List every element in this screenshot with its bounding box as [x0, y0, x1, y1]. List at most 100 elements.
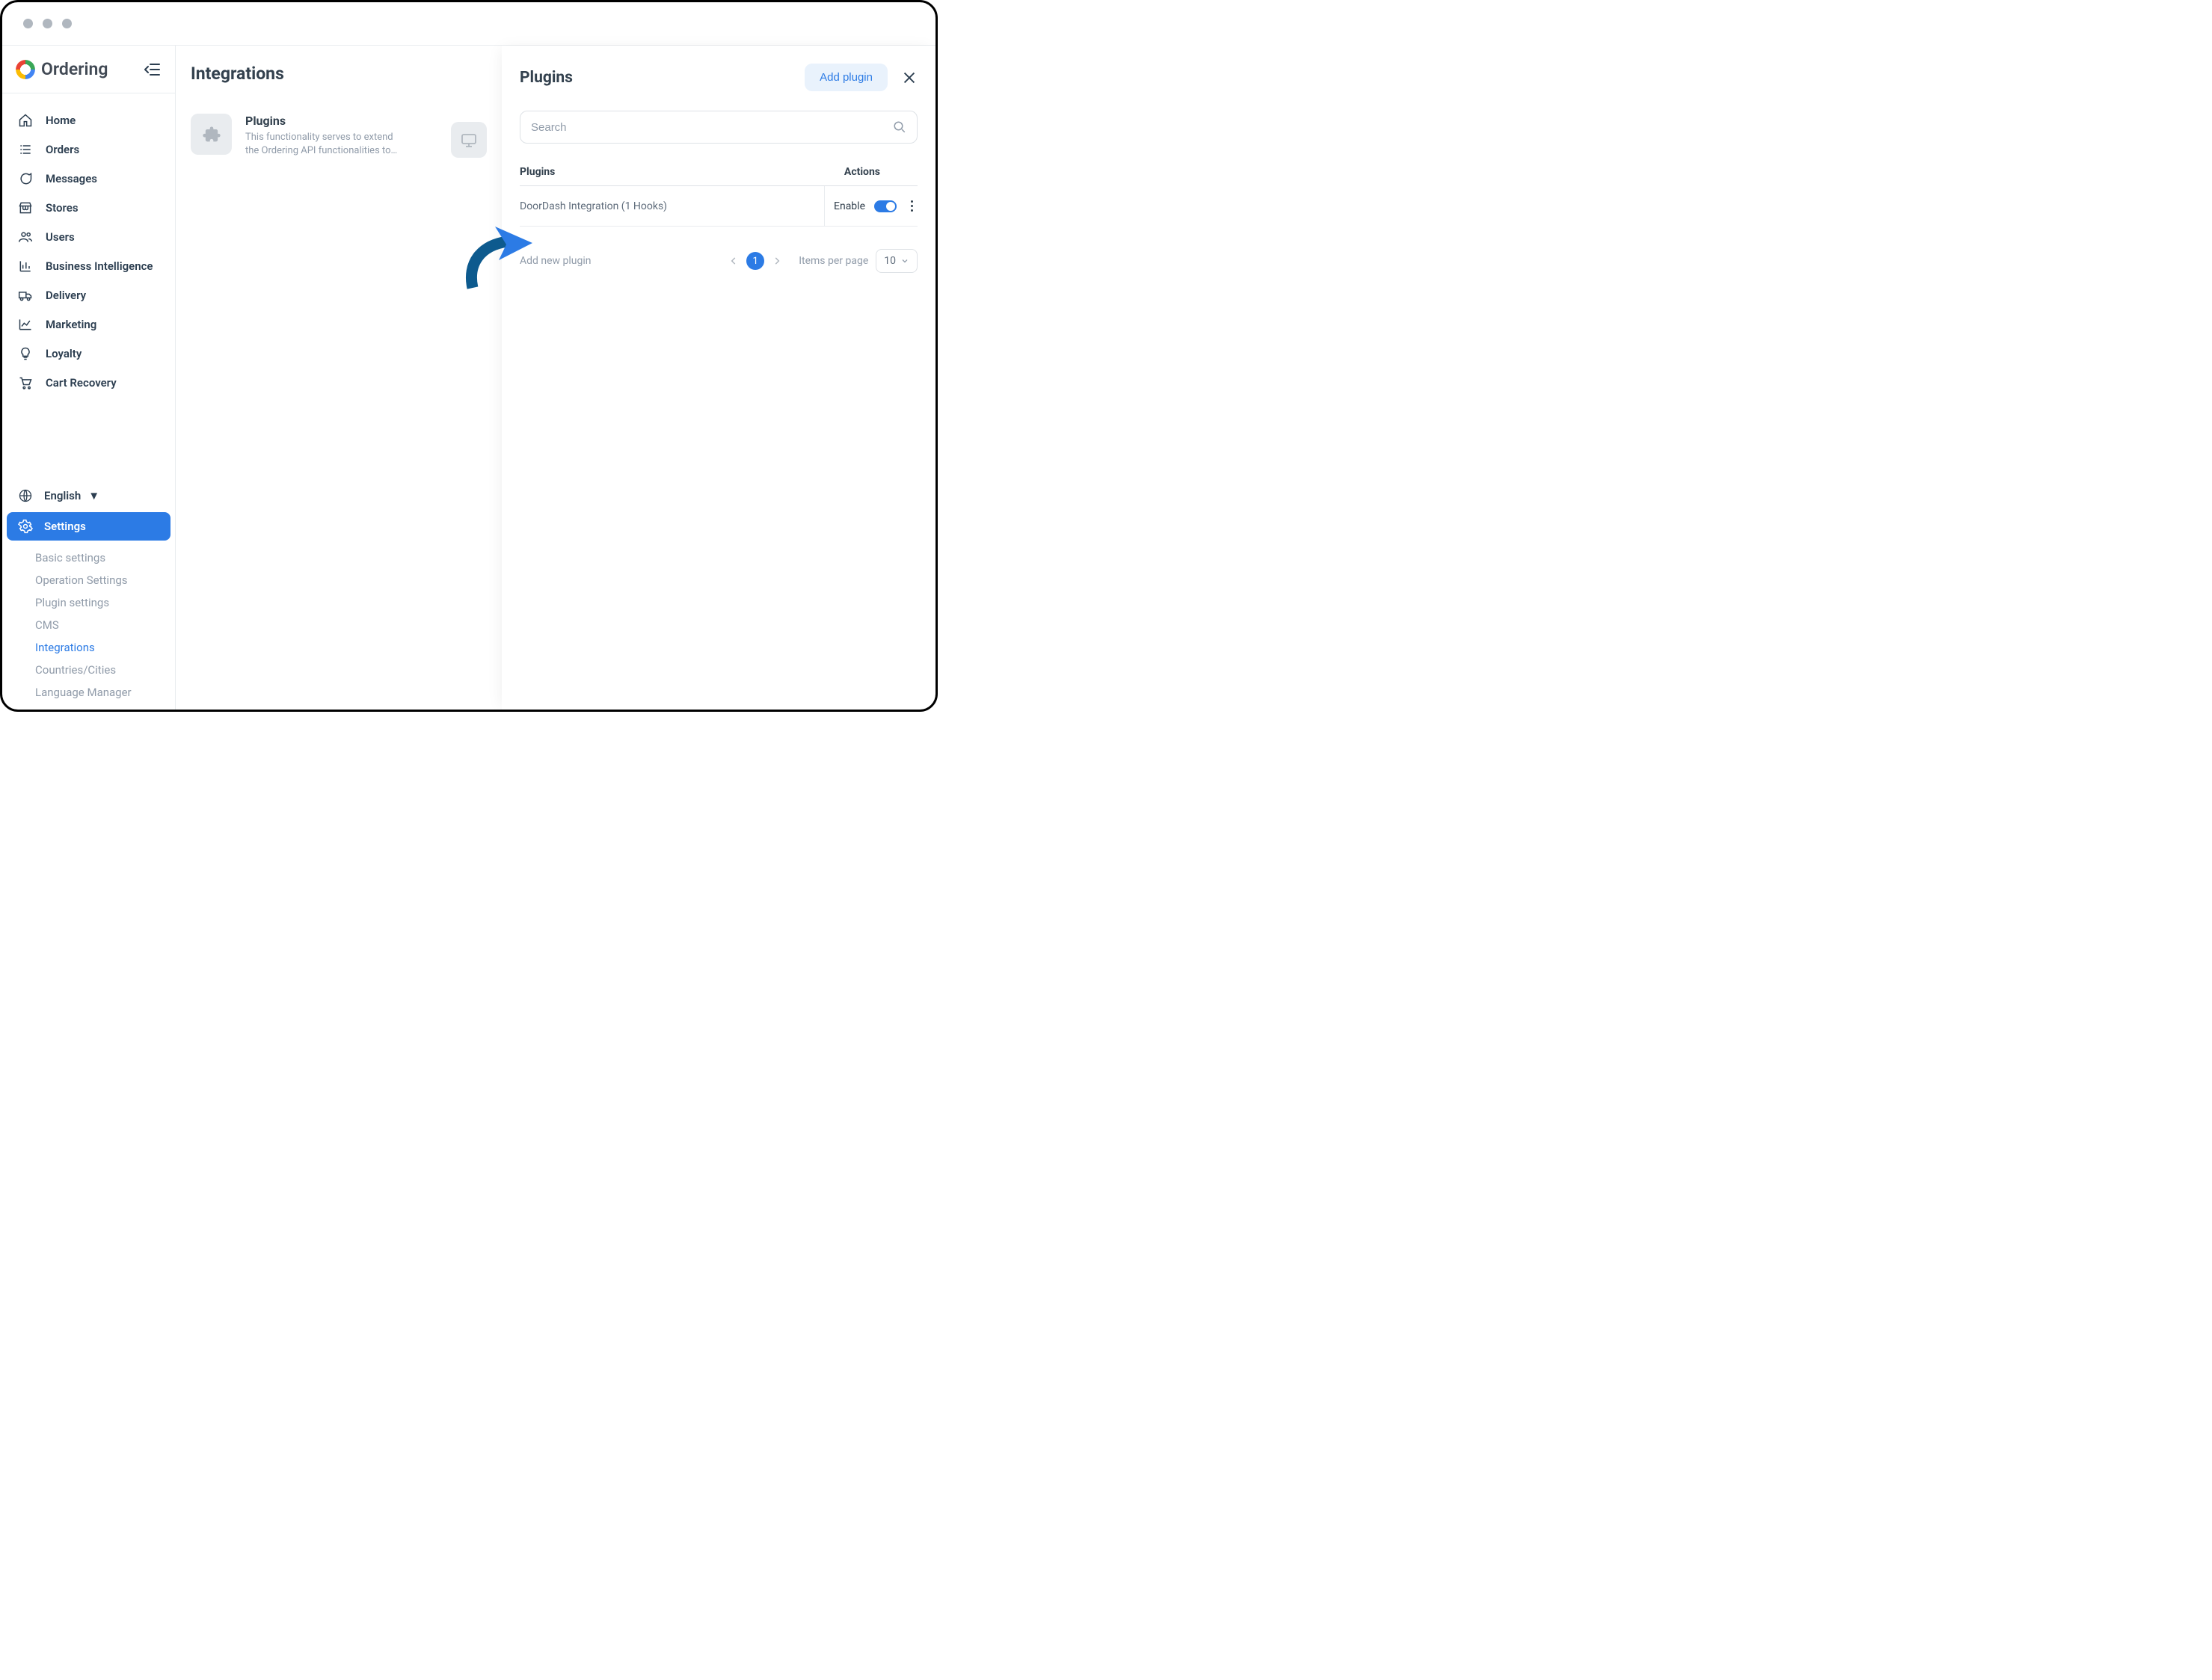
- cart-icon: [17, 375, 34, 391]
- sidebar-item-marketing[interactable]: Marketing: [2, 310, 175, 339]
- add-plugin-button[interactable]: Add plugin: [805, 64, 888, 91]
- table-footer: Add new plugin 1 Items per page: [520, 249, 918, 273]
- close-icon: [901, 70, 918, 86]
- window-dot: [43, 19, 52, 28]
- bulb-icon: [17, 345, 34, 362]
- chevron-right-icon: [772, 256, 782, 266]
- chevron-left-icon: [728, 256, 739, 266]
- truck-icon: [17, 287, 34, 304]
- plugins-table-header: Plugins Actions: [520, 166, 918, 186]
- sidebar-item-delivery[interactable]: Delivery: [2, 280, 175, 310]
- page-title: Integrations: [191, 64, 487, 84]
- footer-right: 1 Items per page 10: [728, 249, 918, 273]
- sidebar-item-label: Marketing: [46, 318, 96, 331]
- row-actions: Enable: [824, 186, 918, 226]
- ipp-select[interactable]: 10: [876, 249, 918, 273]
- titlebar: [2, 2, 936, 46]
- plugin-name: DoorDash Integration (1 Hooks): [520, 200, 667, 212]
- sidebar-item-messages[interactable]: Messages: [2, 164, 175, 193]
- plugins-card-monitor: [451, 122, 487, 158]
- sidebar-item-label: Delivery: [46, 289, 86, 302]
- sidebar-item-label: Users: [46, 230, 75, 244]
- enable-label: Enable: [834, 200, 865, 212]
- subnav-countries-cities[interactable]: Countries/Cities: [35, 659, 175, 681]
- app-window: Ordering Home: [0, 0, 938, 712]
- users-icon: [17, 229, 34, 245]
- sidebar-item-settings[interactable]: Settings: [7, 512, 170, 541]
- sidebar-item-users[interactable]: Users: [2, 222, 175, 251]
- logo-icon: [16, 60, 35, 79]
- sidebar-item-label: Home: [46, 114, 76, 127]
- panel-title: Plugins: [520, 69, 573, 87]
- add-new-plugin-link[interactable]: Add new plugin: [520, 255, 592, 267]
- chat-icon: [17, 170, 34, 187]
- subnav-integrations[interactable]: Integrations: [35, 636, 175, 659]
- sidebar-item-label: Loyalty: [46, 347, 82, 360]
- trend-icon: [17, 316, 34, 333]
- language-selector[interactable]: English ▼: [2, 481, 175, 511]
- sidebar-item-bi[interactable]: Business Intelligence: [2, 251, 175, 280]
- search-box[interactable]: [520, 111, 918, 144]
- sidebar-collapse-button[interactable]: [144, 61, 162, 79]
- sidebar: Ordering Home: [2, 46, 176, 710]
- sidebar-item-cart-recovery[interactable]: Cart Recovery: [2, 368, 175, 397]
- globe-icon: [17, 487, 34, 504]
- sidebar-item-label: Orders: [46, 143, 79, 156]
- panel-header: Plugins Add plugin: [520, 64, 918, 91]
- subnav-plugin-settings[interactable]: Plugin settings: [35, 591, 175, 614]
- sidebar-item-label: Cart Recovery: [46, 376, 117, 390]
- card-description: This functionality serves to extend the …: [245, 131, 402, 158]
- plugins-card[interactable]: Plugins This functionality serves to ext…: [191, 114, 487, 158]
- collapse-icon: [144, 63, 161, 76]
- puzzle-icon: [191, 114, 232, 155]
- subnav-basic-settings[interactable]: Basic settings: [35, 547, 175, 569]
- sidebar-item-label: Stores: [46, 201, 79, 215]
- page-prev-button[interactable]: [728, 256, 739, 266]
- store-icon: [17, 200, 34, 216]
- chevron-down-icon: ▼: [88, 489, 99, 502]
- app-body: Ordering Home: [2, 46, 936, 710]
- language-label: English: [44, 489, 81, 502]
- table-row[interactable]: DoorDash Integration (1 Hooks) Enable: [520, 186, 918, 227]
- sidebar-bottom: English ▼ Settings Basic settings Operat…: [2, 481, 175, 710]
- logo[interactable]: Ordering: [16, 59, 108, 79]
- col-actions: Actions: [844, 166, 918, 178]
- plugins-panel: Plugins Add plugin Plugins Actions: [502, 46, 936, 710]
- subnav-cms[interactable]: CMS: [35, 614, 175, 636]
- ipp-value: 10: [884, 255, 896, 267]
- logo-text: Ordering: [41, 59, 108, 79]
- subnav-language-manager[interactable]: Language Manager: [35, 681, 175, 704]
- sidebar-item-orders[interactable]: Orders: [2, 135, 175, 164]
- gear-icon: [17, 518, 34, 535]
- pagination: 1: [728, 252, 782, 270]
- window-dot: [62, 19, 72, 28]
- items-per-page: Items per page 10: [799, 249, 918, 273]
- page-next-button[interactable]: [772, 256, 782, 266]
- sidebar-item-stores[interactable]: Stores: [2, 193, 175, 222]
- settings-submenu: Basic settings Operation Settings Plugin…: [2, 544, 175, 704]
- sidebar-item-loyalty[interactable]: Loyalty: [2, 339, 175, 368]
- search-icon: [893, 120, 906, 134]
- home-icon: [17, 112, 34, 129]
- panel-header-actions: Add plugin: [805, 64, 918, 91]
- sidebar-item-label: Messages: [46, 172, 97, 185]
- ipp-label: Items per page: [799, 255, 868, 267]
- enable-toggle[interactable]: [874, 200, 897, 212]
- search-input[interactable]: [531, 121, 893, 134]
- sidebar-header: Ordering: [2, 52, 175, 93]
- row-menu-button[interactable]: [906, 197, 918, 215]
- chart-icon: [17, 258, 34, 274]
- col-plugins: Plugins: [520, 166, 555, 178]
- chevron-down-icon: [900, 256, 909, 265]
- main-nav: Home Orders Messages: [2, 93, 175, 481]
- settings-label: Settings: [44, 520, 86, 533]
- plugins-card-body: Plugins This functionality serves to ext…: [245, 114, 402, 158]
- window-dot: [23, 19, 33, 28]
- sidebar-item-label: Business Intelligence: [46, 259, 153, 273]
- close-panel-button[interactable]: [901, 70, 918, 86]
- subnav-operation-settings[interactable]: Operation Settings: [35, 569, 175, 591]
- card-title: Plugins: [245, 114, 402, 128]
- page-current[interactable]: 1: [746, 252, 764, 270]
- sidebar-item-home[interactable]: Home: [2, 105, 175, 135]
- list-icon: [17, 141, 34, 158]
